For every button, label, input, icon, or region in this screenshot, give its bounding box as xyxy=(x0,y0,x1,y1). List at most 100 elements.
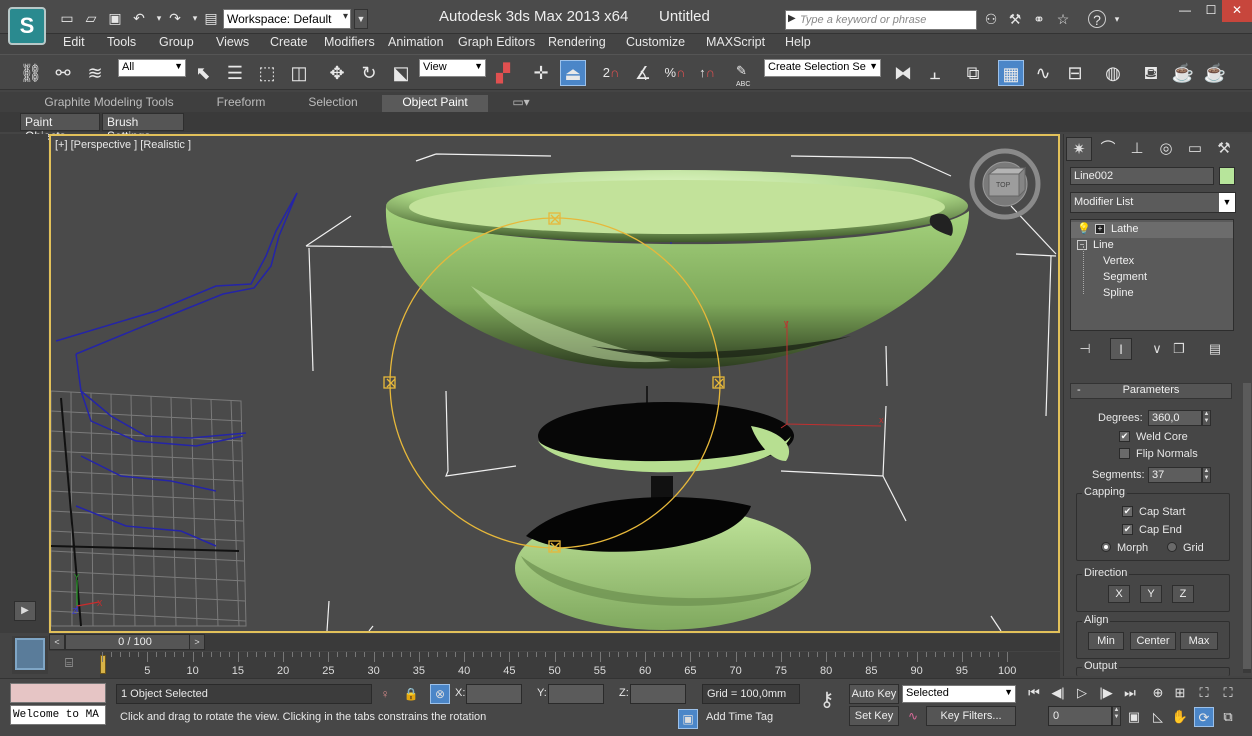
object-color-swatch[interactable] xyxy=(1219,167,1235,185)
menu-modifiers[interactable]: Modifiers xyxy=(324,35,375,49)
maxscript-listener[interactable]: Welcome to MA xyxy=(10,705,106,725)
stack-item-vertex[interactable]: Vertex xyxy=(1103,254,1134,270)
go-to-start-icon[interactable]: ⏮ xyxy=(1024,683,1044,703)
key-filters-curve-icon[interactable]: ∿ xyxy=(904,707,922,725)
align-min-button[interactable]: Min xyxy=(1088,632,1124,650)
select-by-name-icon[interactable]: ☰ xyxy=(222,60,248,86)
tab-selection[interactable]: Selection xyxy=(296,95,370,112)
segments-spinner-arrows-icon[interactable]: ▲ ▼ xyxy=(1202,467,1211,483)
ribbon-options-icon[interactable]: ▭▾ xyxy=(506,95,536,112)
align-center-button[interactable]: Center xyxy=(1130,632,1176,650)
menu-help[interactable]: Help xyxy=(785,35,811,49)
play-icon[interactable]: ▷ xyxy=(1072,683,1092,703)
track-bar[interactable]: 5 10 15 20 25 30 35 40 45 50 55 60 65 70 75 80 85 90 95 100 xyxy=(100,652,1060,678)
make-unique-icon[interactable]: ∨ xyxy=(1146,338,1168,360)
morph-radio[interactable] xyxy=(1101,542,1111,552)
time-slider-next-button[interactable]: > xyxy=(189,634,205,650)
direction-y-button[interactable]: Y xyxy=(1140,585,1162,603)
selection-lock-icon[interactable]: 🔒 xyxy=(402,685,420,703)
menu-graph-editors[interactable]: Graph Editors xyxy=(458,35,535,49)
star-icon[interactable]: ☆ xyxy=(1054,10,1072,28)
current-frame-marker[interactable] xyxy=(100,655,106,674)
mini-curve-editor-icon[interactable] xyxy=(15,638,45,670)
show-end-result-icon[interactable]: Ⅰ xyxy=(1110,338,1132,360)
stack-item-lathe[interactable]: 💡 + Lathe xyxy=(1071,222,1233,238)
help-icon[interactable]: ? xyxy=(1088,10,1106,28)
selection-filter-dropdown[interactable]: All ▼ xyxy=(118,59,186,77)
zoom-extents-icon[interactable]: ⛶ xyxy=(1194,683,1214,703)
expand-panel-icon[interactable]: ▶ xyxy=(14,601,36,621)
graphite-modeling-toggle-icon[interactable]: ▦ xyxy=(998,60,1024,86)
degrees-spinner-arrows-icon[interactable]: ▲ ▼ xyxy=(1202,410,1211,426)
maxscript-mini-listener[interactable] xyxy=(10,683,106,703)
project-folder-icon[interactable]: ▤ xyxy=(202,9,220,27)
lightbulb-icon[interactable]: 💡 xyxy=(1077,222,1091,235)
rectangular-selection-icon[interactable]: ⬚ xyxy=(254,60,280,86)
layer-manager-icon[interactable]: ⧉ xyxy=(960,60,986,86)
degrees-spinner[interactable]: 360,0 xyxy=(1148,410,1202,426)
grid-radio[interactable] xyxy=(1167,542,1177,552)
pivot-center-icon[interactable]: ▞ xyxy=(490,60,516,86)
rendered-frame-window-icon[interactable]: ☕ xyxy=(1170,60,1196,86)
key-filters-button[interactable]: Key Filters... xyxy=(926,706,1016,726)
parameters-rollout-header[interactable]: - Parameters xyxy=(1070,383,1232,399)
collapse-minus-icon[interactable]: − xyxy=(1077,240,1087,250)
segments-spinner[interactable]: 37 xyxy=(1148,467,1202,483)
key-mode-dropdown[interactable]: Selected ▼ xyxy=(902,685,1016,703)
flip-normals-checkbox[interactable] xyxy=(1119,448,1130,459)
undo-icon[interactable]: ↶ xyxy=(130,9,148,27)
render-setup-icon[interactable]: ⛾ xyxy=(1138,60,1164,86)
command-panel-scrollbar[interactable] xyxy=(1243,383,1251,673)
configure-sets-icon[interactable]: ▤ xyxy=(1204,338,1226,360)
window-crossing-icon[interactable]: ◫ xyxy=(286,60,312,86)
add-time-tag[interactable]: Add Time Tag xyxy=(702,708,800,728)
move-icon[interactable]: ✥ xyxy=(324,60,350,86)
tab-object-paint[interactable]: Object Paint xyxy=(382,95,488,112)
isolate-selection-icon[interactable]: ♀ xyxy=(376,685,394,703)
select-link-icon[interactable]: ⛓ xyxy=(18,60,44,86)
brush-settings-button[interactable]: Brush Settings xyxy=(102,113,184,143)
spinner-snap-icon[interactable]: ↑∩ xyxy=(694,60,720,86)
help-dropdown-icon[interactable]: ▾ xyxy=(1108,10,1126,28)
menu-group[interactable]: Group xyxy=(159,35,194,49)
named-selection-dropdown[interactable]: Create Selection Se ▼ xyxy=(764,59,881,77)
time-slider-thumb[interactable]: 0 / 100 xyxy=(65,634,205,650)
menu-tools[interactable]: Tools xyxy=(107,35,136,49)
mirror-icon[interactable]: ⧓ xyxy=(890,60,916,86)
tab-graphite-modeling-tools[interactable]: Graphite Modeling Tools xyxy=(36,95,182,112)
field-of-view-icon[interactable]: ◺ xyxy=(1148,707,1168,727)
menu-views[interactable]: Views xyxy=(216,35,249,49)
bind-space-warp-icon[interactable]: ≋ xyxy=(82,60,108,86)
hierarchy-tab-icon[interactable]: ⊥ xyxy=(1124,137,1150,161)
absolute-mode-icon[interactable]: ⊗ xyxy=(430,684,450,704)
direction-z-button[interactable]: Z xyxy=(1172,585,1194,603)
set-key-button[interactable]: Set Key xyxy=(849,706,899,726)
frame-spinner-arrows-icon[interactable]: ▲ ▼ xyxy=(1112,706,1121,726)
tab-freeform[interactable]: Freeform xyxy=(206,95,276,112)
redo-icon[interactable]: ↷ xyxy=(166,9,184,27)
orbit-icon[interactable]: ⟳ xyxy=(1194,707,1214,727)
viewport-label[interactable]: [+] [Perspective ] [Realistic ] xyxy=(55,139,191,151)
app-logo-icon[interactable]: S xyxy=(8,7,46,45)
z-coordinate-input[interactable] xyxy=(630,684,686,704)
zoom-all-icon[interactable]: ⊞ xyxy=(1170,683,1190,703)
rotate-icon[interactable]: ↻ xyxy=(356,60,382,86)
scrollbar-thumb[interactable] xyxy=(1243,383,1251,669)
close-button[interactable]: ✕ xyxy=(1222,0,1252,22)
menu-edit[interactable]: Edit xyxy=(63,35,85,49)
zoom-extents-all-icon[interactable]: ⛶ xyxy=(1218,683,1238,703)
modify-tab-icon[interactable]: ⌒ xyxy=(1095,137,1121,161)
align-max-button[interactable]: Max xyxy=(1180,632,1218,650)
open-file-icon[interactable]: ▱ xyxy=(82,9,100,27)
x-coordinate-input[interactable] xyxy=(466,684,522,704)
scale-icon[interactable]: ⬕ xyxy=(388,60,414,86)
cap-end-checkbox[interactable]: ✔ xyxy=(1122,524,1133,535)
curve-editor-icon[interactable]: ∿ xyxy=(1030,60,1056,86)
select-object-icon[interactable]: ⬉ xyxy=(190,60,216,86)
new-file-icon[interactable]: ▭ xyxy=(58,9,76,27)
pan-icon[interactable]: ✋ xyxy=(1170,707,1190,727)
motion-tab-icon[interactable]: ◎ xyxy=(1153,137,1179,161)
perspective-viewport[interactable]: y x Y Z X TOP [+] [Perspective ] [Realis… xyxy=(49,134,1060,633)
zoom-icon[interactable]: ⊕ xyxy=(1148,683,1168,703)
utilities-tab-icon[interactable]: ⚒ xyxy=(1211,137,1237,161)
